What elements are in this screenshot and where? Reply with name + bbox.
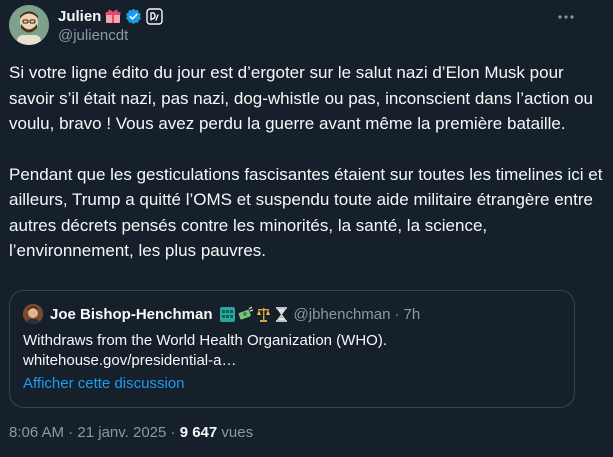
tweet-time[interactable]: 8:06 AM	[9, 424, 64, 441]
author-name-row[interactable]: Julien	[58, 6, 164, 26]
tweet-meta: 8:06 AM · 21 janv. 2025 · 9 647 vues	[9, 424, 253, 441]
quote-header: Joe Bishop-Henchman @jbhenchman · 7h	[23, 303, 420, 325]
quote-text-line: Withdraws from the World Health Organiza…	[23, 332, 387, 349]
quote-timestamp[interactable]: 7h	[403, 306, 420, 323]
views-label: vues	[221, 424, 254, 441]
views-count: 9 647	[179, 424, 218, 441]
more-horizontal-icon	[558, 15, 574, 19]
more-options-button[interactable]	[554, 5, 578, 29]
quote-avatar[interactable]	[23, 304, 43, 324]
quote-emojis	[219, 306, 290, 323]
tweet-date[interactable]: 21 janv. 2025	[77, 424, 166, 441]
verified-icon[interactable]	[125, 8, 142, 25]
author-name[interactable]: Julien	[58, 8, 101, 25]
gift-icon	[105, 8, 121, 24]
money-icon	[238, 306, 253, 320]
show-thread-link[interactable]: Afficher cette discussion	[23, 375, 184, 392]
tweet-paragraph: Pendant que les gesticulations fascisant…	[9, 164, 603, 261]
building-icon	[219, 306, 235, 322]
quote-author-name[interactable]: Joe Bishop-Henchman	[50, 306, 213, 323]
org-badge-icon[interactable]	[146, 7, 164, 25]
quote-text: Withdraws from the World Health Organiza…	[23, 331, 563, 371]
tweet: Julien @juliencdt Si votre ligne édito d…	[0, 0, 613, 457]
quote-link-text[interactable]: whitehouse.gov/presidential-a…	[23, 351, 563, 371]
meta-separator: ·	[170, 424, 176, 441]
tweet-paragraph: Si votre ligne édito du jour est d’ergot…	[9, 63, 593, 133]
avatar-illustration	[9, 5, 49, 45]
quote-separator: ·	[394, 305, 400, 323]
author-handle[interactable]: @juliencdt	[58, 27, 128, 44]
avatar[interactable]	[9, 5, 49, 45]
scales-icon	[256, 307, 270, 322]
hourglass-icon	[275, 306, 287, 322]
quoted-tweet-card[interactable]: Joe Bishop-Henchman @jbhenchman · 7h Wit…	[9, 290, 575, 408]
meta-separator: ·	[68, 424, 74, 441]
tweet-text: Si votre ligne édito du jour est d’ergot…	[9, 60, 604, 264]
quote-author-handle[interactable]: @jbhenchman	[294, 306, 391, 323]
